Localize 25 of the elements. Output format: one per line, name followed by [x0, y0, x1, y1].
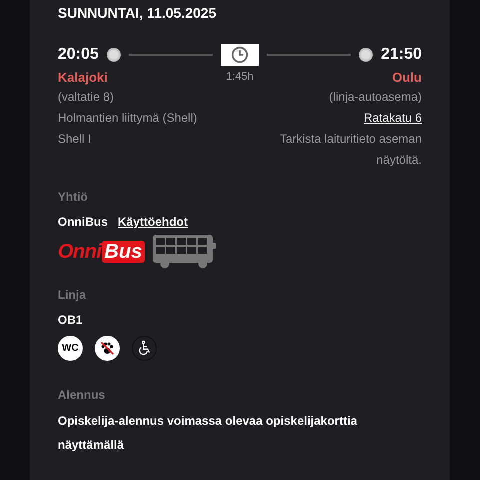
stop-detail: Tarkista laituritieto aseman näytöltä. [278, 131, 422, 169]
double-decker-bus-icon [153, 235, 218, 269]
stop-detail: (linja-autoasema) [329, 89, 422, 106]
company-logo: OnniBus [58, 241, 146, 263]
line-code: OB1 [58, 312, 83, 328]
departure-time: 20:05 [58, 46, 99, 64]
trip-date: SUNNUNTAI, 11.05.2025 [58, 4, 218, 22]
stop-detail: (valtatie 8) [58, 89, 114, 106]
departure-city: Kalajoki [58, 69, 108, 87]
departure-dot-icon [106, 48, 121, 62]
company-name: OnniBus [58, 214, 108, 230]
discount-text: Opiskelija-alennus voimassa olevaa opiskelijakorttia näyttämällä [58, 413, 358, 454]
section-heading: Yhtiö [58, 189, 89, 205]
address-link[interactable]: Ratakatu 6 [364, 108, 422, 129]
section-heading: Alennus [58, 387, 106, 403]
section-heading: Linja [58, 287, 88, 303]
clock-icon [221, 44, 259, 66]
arrival-time: 21:50 [381, 46, 422, 64]
terms-link[interactable]: Käyttöehdot [118, 215, 188, 229]
arrival-dot-icon [359, 48, 374, 62]
stop-detail: Holmantien liittymä (Shell) [58, 110, 198, 127]
stop-detail: Shell I [58, 131, 92, 148]
trip-duration: 1:45h [226, 70, 254, 85]
toilet-icon: WC [58, 336, 83, 361]
arrival-city: Oulu [392, 69, 422, 87]
